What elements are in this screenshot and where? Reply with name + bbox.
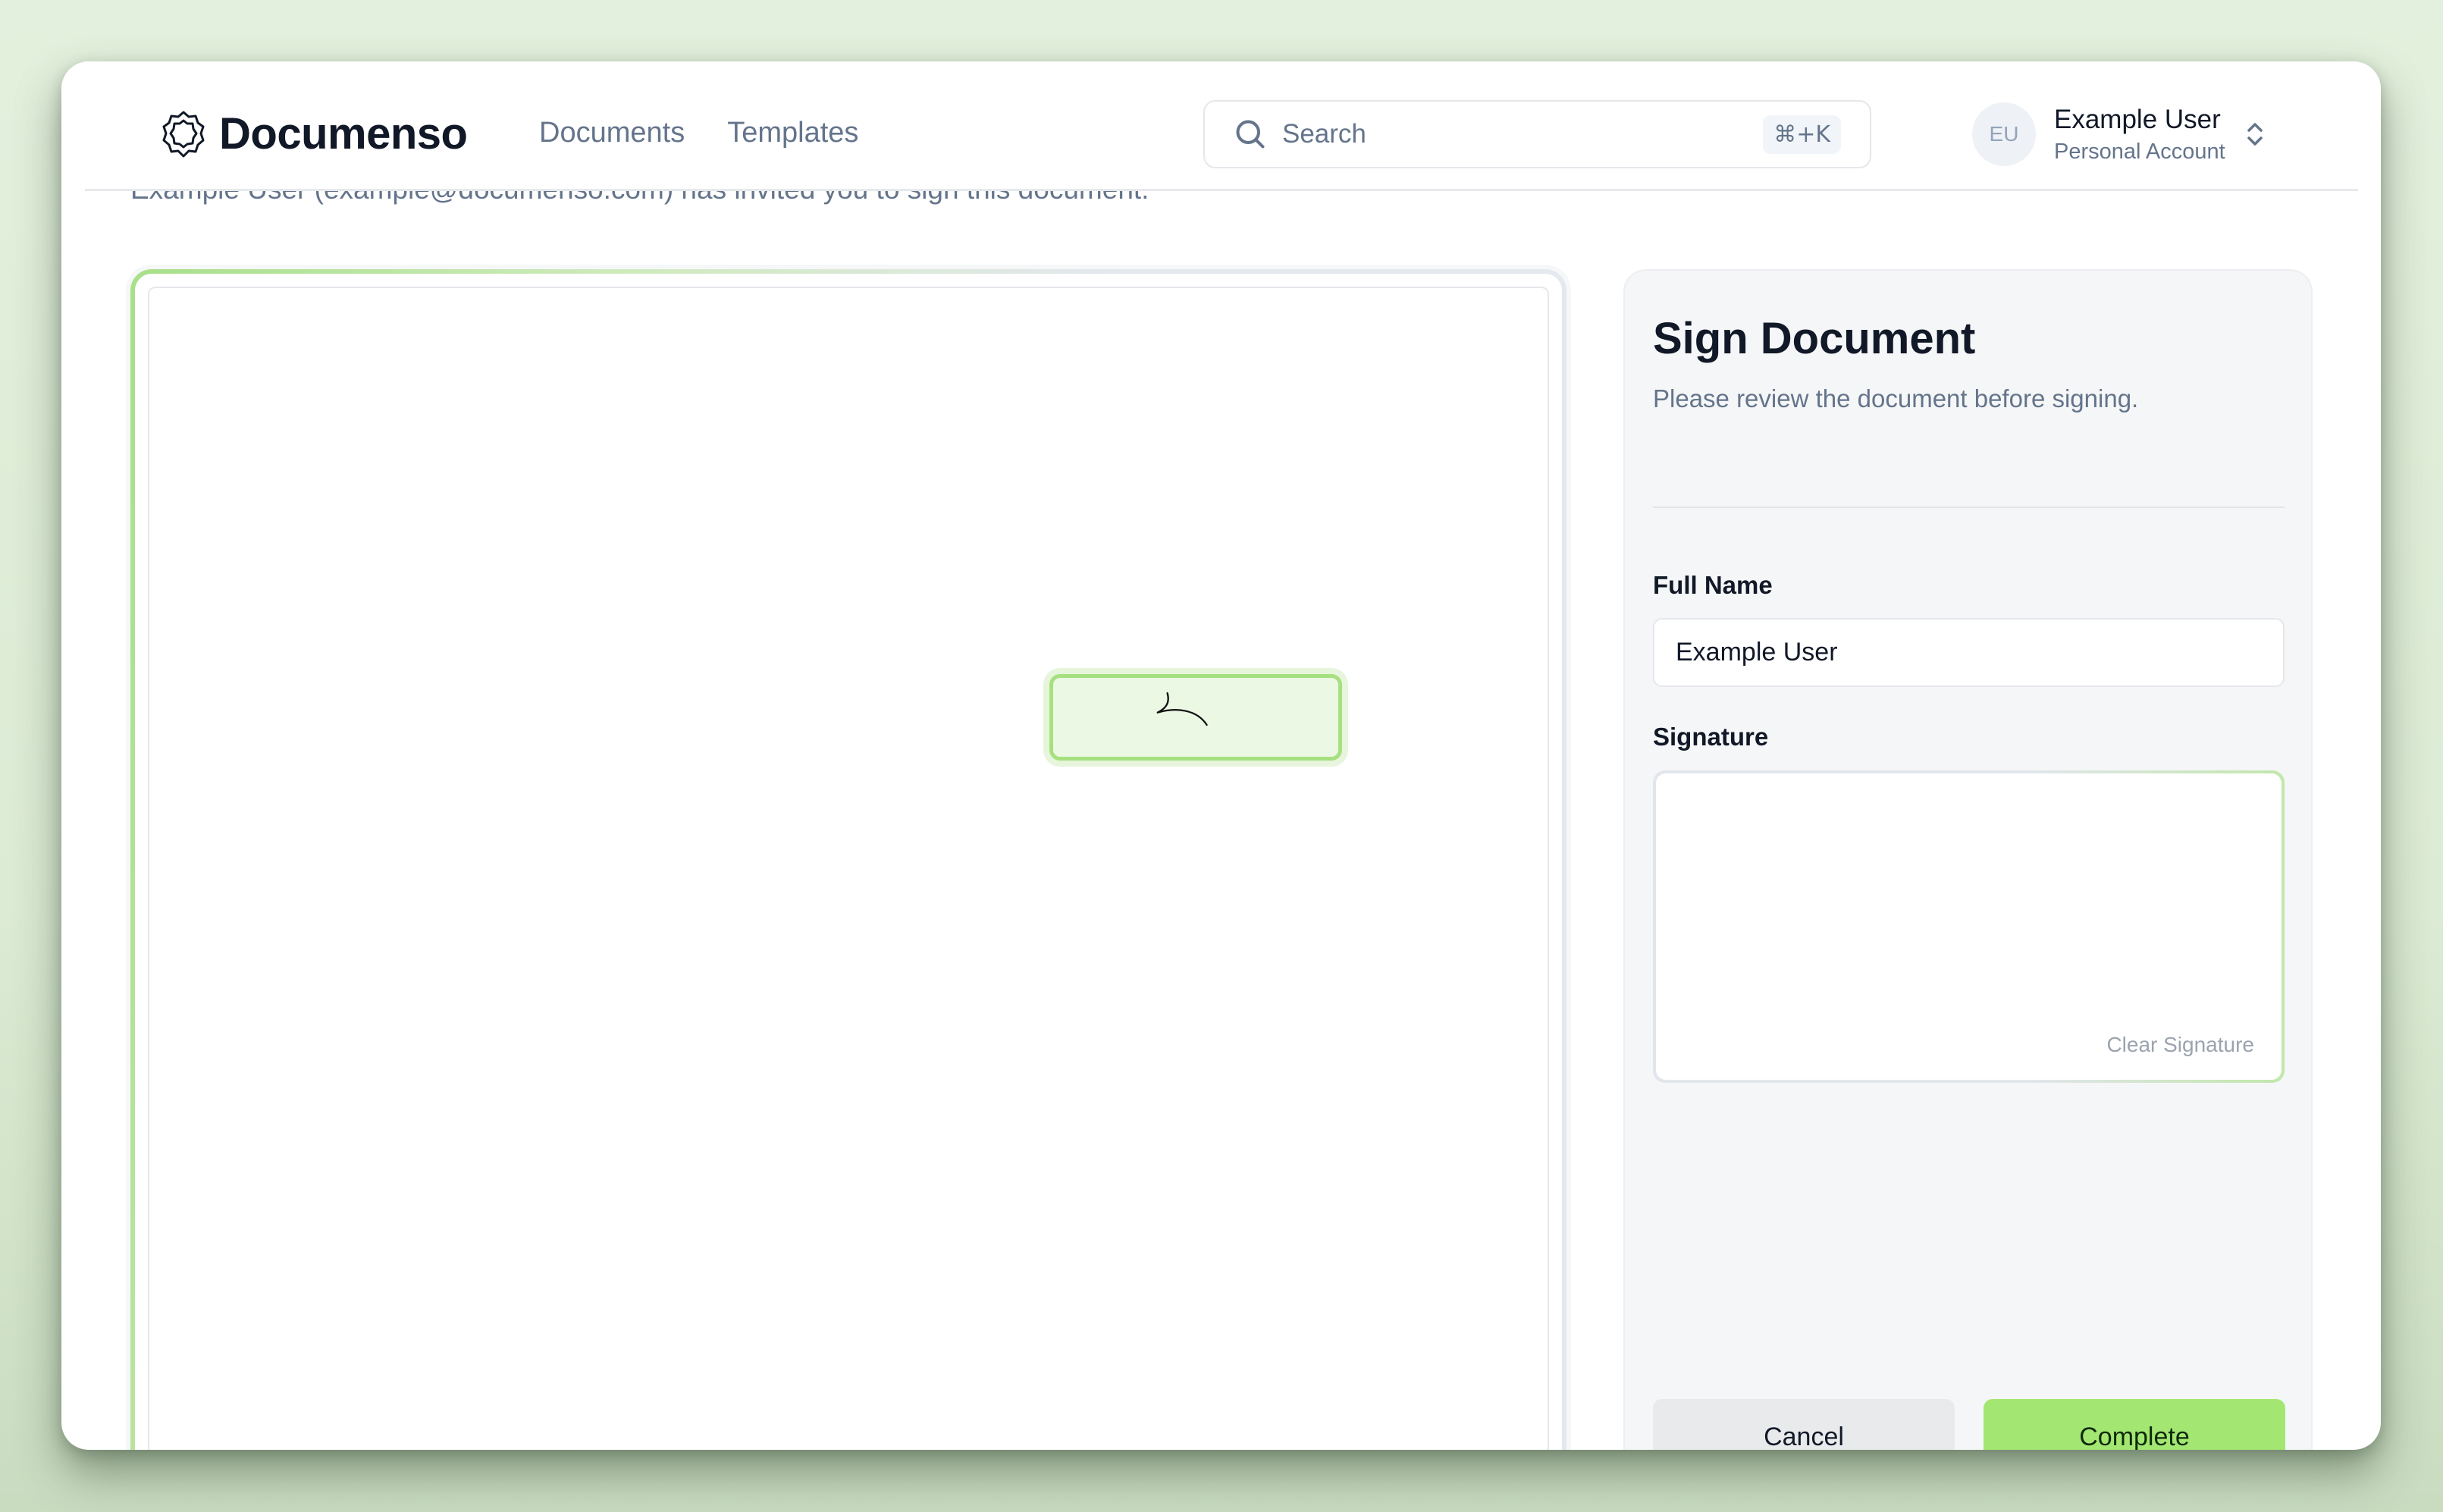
- panel-title: Sign Document: [1653, 314, 1976, 363]
- nav-documents[interactable]: Documents: [539, 117, 685, 149]
- search-icon: [1236, 120, 1265, 149]
- document-viewer: [130, 269, 1566, 1450]
- nav-templates[interactable]: Templates: [727, 117, 858, 149]
- signature-stroke-icon: [1156, 692, 1208, 726]
- account-switcher[interactable]: EU Example User Personal Account: [1972, 102, 2266, 166]
- sign-panel: Sign Document Please review the document…: [1623, 269, 2313, 1450]
- avatar: EU: [1972, 102, 2036, 166]
- panel-subtitle: Please review the document before signin…: [1653, 384, 2139, 413]
- chevron-up-down-icon: [2247, 123, 2263, 146]
- top-header: Documenso Documents Templates Search ⌘+K…: [61, 61, 2381, 190]
- cancel-button[interactable]: Cancel: [1653, 1399, 1955, 1450]
- main-nav: Documents Templates: [539, 117, 858, 149]
- header-divider: [85, 189, 2358, 191]
- search-input[interactable]: Search ⌘+K: [1203, 100, 1871, 168]
- account-type: Personal Account: [2054, 139, 2225, 164]
- full-name-label: Full Name: [1653, 571, 1773, 599]
- complete-button[interactable]: Complete: [1984, 1399, 2285, 1450]
- signature-label: Signature: [1653, 723, 1769, 751]
- signature-pad[interactable]: Clear Signature: [1653, 770, 2285, 1083]
- signature-canvas[interactable]: Clear Signature: [1656, 773, 2281, 1080]
- signature-field[interactable]: [1049, 674, 1342, 761]
- panel-divider: [1653, 507, 2285, 508]
- document-page: [148, 287, 1549, 1450]
- clear-signature-button[interactable]: Clear Signature: [2106, 1033, 2254, 1057]
- full-name-input[interactable]: [1653, 618, 2285, 687]
- documenso-logo-icon: [162, 111, 205, 157]
- search-shortcut-badge: ⌘+K: [1763, 114, 1841, 154]
- search-placeholder: Search: [1282, 119, 1366, 149]
- brand-logo[interactable]: Documenso: [162, 108, 468, 159]
- account-name: Example User: [2054, 104, 2221, 134]
- app-window: Documenso Documents Templates Search ⌘+K…: [61, 61, 2381, 1450]
- brand-name: Documenso: [219, 109, 468, 158]
